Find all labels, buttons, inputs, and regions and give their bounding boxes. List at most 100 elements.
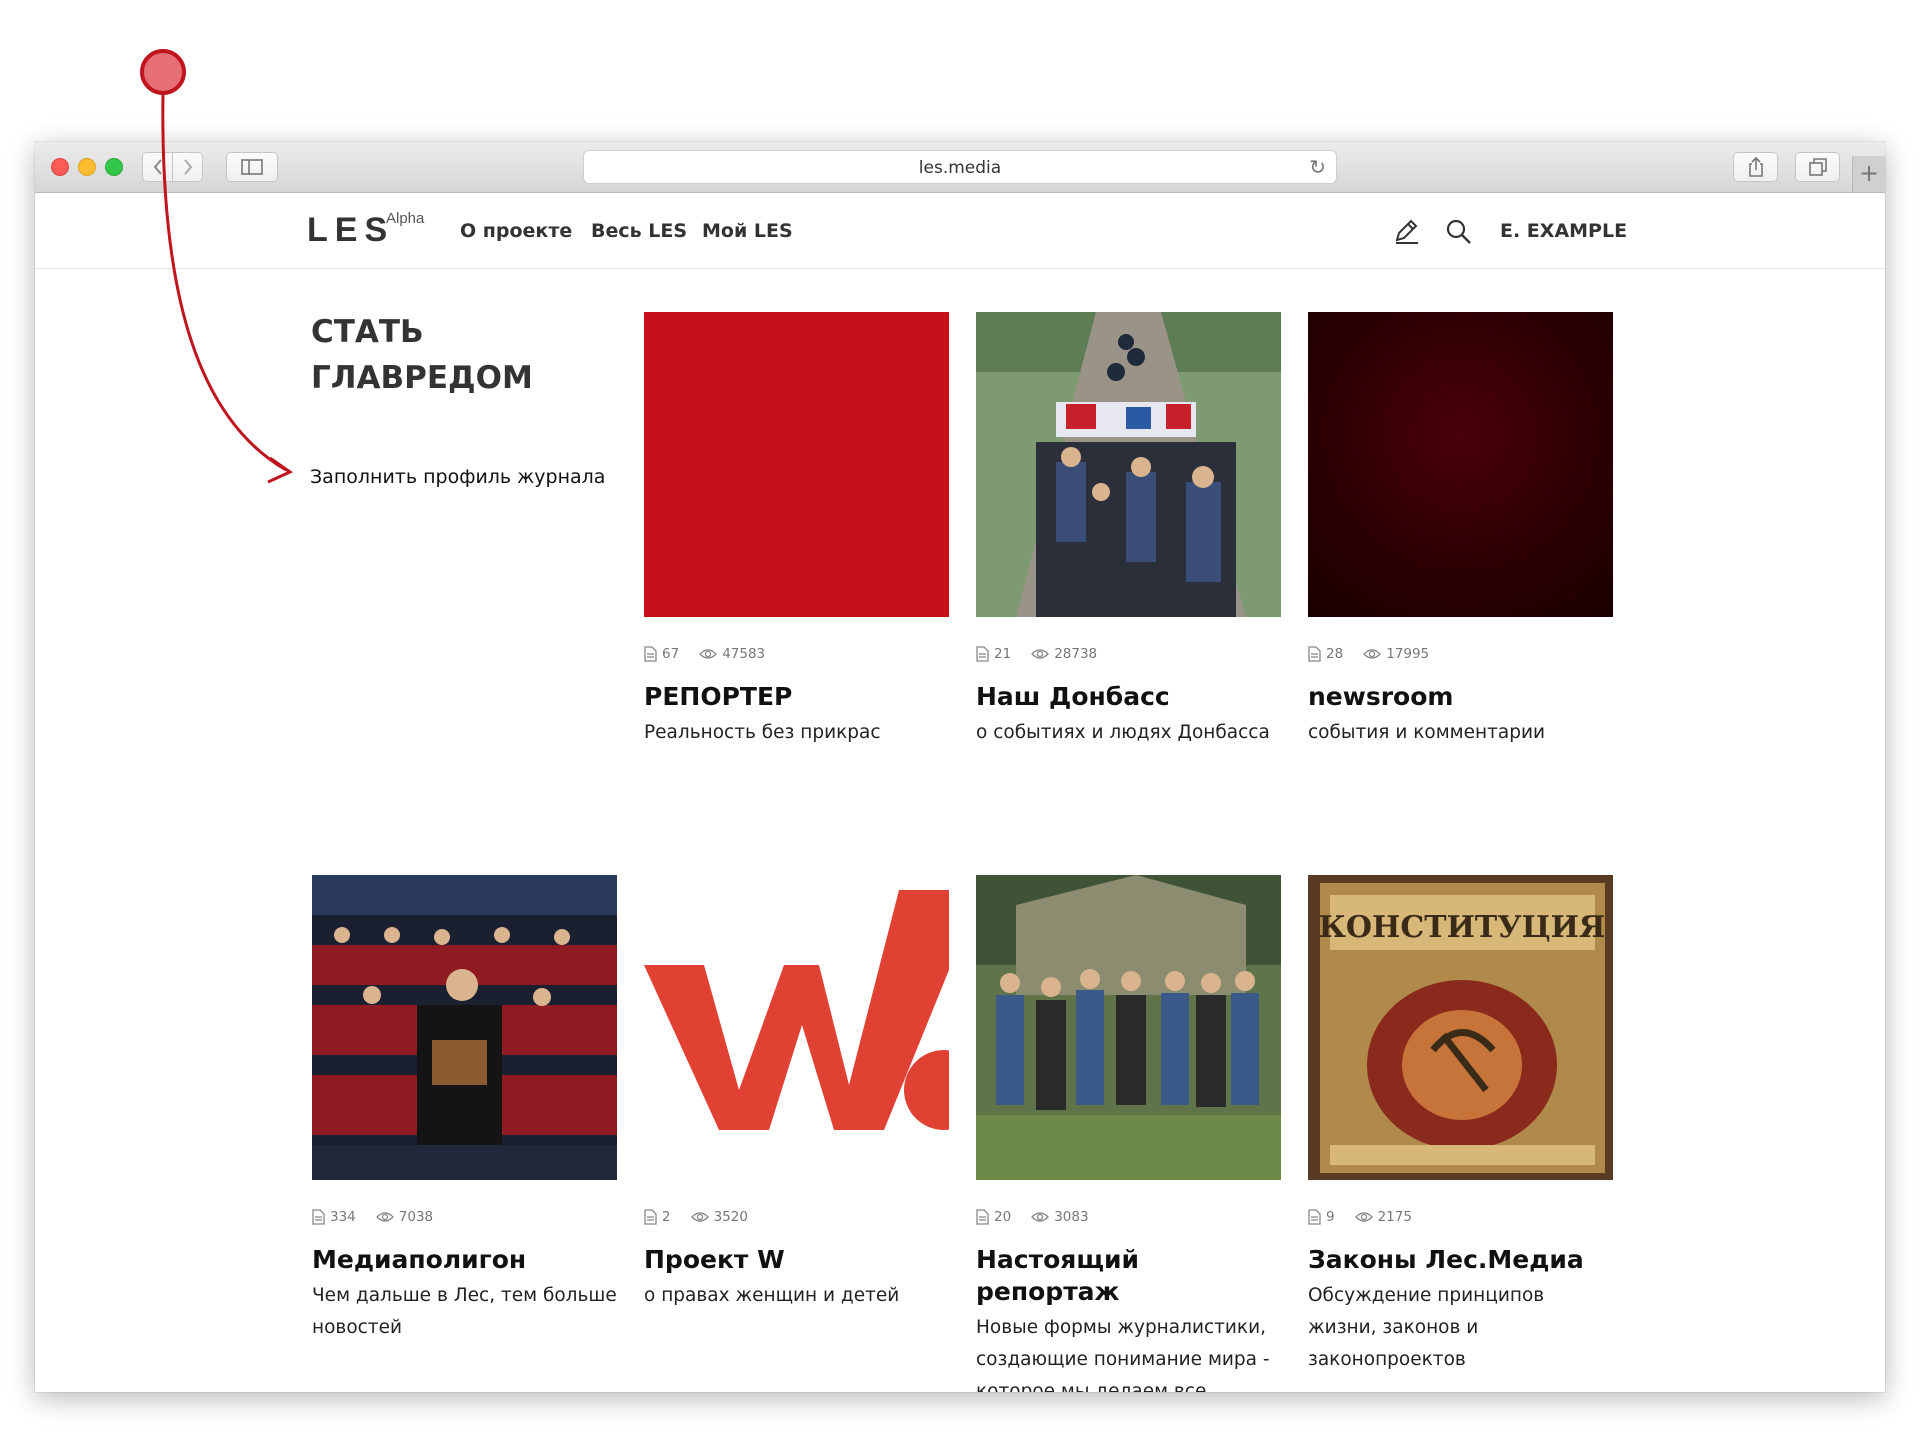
eye-icon <box>1031 649 1050 659</box>
journal-card[interactable]: 21 28738 Наш Донбасс о событиях и людях Дон… <box>976 312 1281 749</box>
logo-badge: Alpha <box>386 210 425 227</box>
tabs-button[interactable] <box>1795 152 1840 182</box>
posts-count: 2 <box>644 1209 671 1225</box>
nav-all-les[interactable]: Весь LES <box>591 220 687 242</box>
annotation-marker <box>140 49 186 95</box>
journal-stats: 9 2175 <box>1308 1208 1613 1226</box>
journal-stats: 2 3520 <box>644 1208 949 1226</box>
document-icon <box>1308 1209 1321 1225</box>
journal-description: Чем дальше в Лес, тем больше новостей <box>312 1285 617 1338</box>
journal-description: Новые формы журналистики, создающие пони… <box>976 1317 1270 1392</box>
close-window-button[interactable] <box>51 158 69 176</box>
browser-toolbar: les.media ↻ + <box>35 142 1885 193</box>
eye-icon <box>1031 1212 1050 1222</box>
promo-title: СТАТЬ ГЛАВРЕДОМ <box>311 309 571 401</box>
posts-count: 21 <box>976 646 1011 662</box>
journal-description: о событиях и людях Донбасса <box>976 722 1270 743</box>
views-count-value: 2175 <box>1377 1209 1412 1225</box>
journal-card[interactable]: 334 7038 Медиаполигон Чем дальше в Лес, тем… <box>312 875 617 1344</box>
journal-description: события и комментарии <box>1308 722 1546 743</box>
promo-title-line-2: ГЛАВРЕДОМ <box>311 360 533 396</box>
views-count: 47583 <box>699 646 765 662</box>
sidebar-button[interactable] <box>226 152 278 182</box>
posts-count: 67 <box>644 646 679 662</box>
views-count: 7038 <box>375 1209 433 1225</box>
fill-journal-profile-link[interactable]: Заполнить профиль журнала <box>310 466 605 488</box>
views-count: 3083 <box>1031 1209 1089 1225</box>
journal-card[interactable]: 2 3520 Проект W о правах женщин и детей <box>644 875 949 1312</box>
journal-cover-image[interactable] <box>312 875 617 1180</box>
chevron-right-icon <box>183 159 192 175</box>
url-text: les.media <box>918 158 1002 178</box>
journal-card[interactable]: 28 17995 newsroom события и комментарии <box>1308 312 1613 749</box>
search-icon[interactable] <box>1445 218 1473 246</box>
back-button[interactable] <box>142 152 173 182</box>
journal-card[interactable]: 20 3083 Настоящий репортаж Новые формы журн… <box>976 875 1281 1392</box>
posts-count-value: 21 <box>994 646 1012 662</box>
journal-stats: 67 47583 <box>644 645 949 663</box>
tabs-icon <box>1808 158 1827 176</box>
posts-count-value: 20 <box>994 1209 1012 1225</box>
reload-icon[interactable]: ↻ <box>1309 155 1326 179</box>
journal-title[interactable]: Законы Лес.Медиа <box>1308 1244 1613 1276</box>
journal-description: о правах женщин и детей <box>644 1285 900 1306</box>
document-icon <box>644 646 657 662</box>
eye-icon <box>1354 1212 1373 1222</box>
document-icon <box>976 646 989 662</box>
document-icon <box>976 1209 989 1225</box>
zoom-window-button[interactable] <box>105 158 123 176</box>
journal-title[interactable]: РЕПОРТЕР <box>644 681 949 713</box>
minimize-window-button[interactable] <box>78 158 96 176</box>
posts-count: 334 <box>312 1209 356 1225</box>
views-count-value: 3083 <box>1054 1209 1089 1225</box>
site-logo[interactable]: LES <box>307 211 394 250</box>
nav-about[interactable]: О проекте <box>460 220 572 242</box>
address-bar[interactable]: les.media ↻ <box>583 150 1337 184</box>
browser-window: les.media ↻ + LES Alpha О проекте Весь L… <box>35 142 1885 1392</box>
document-icon <box>1308 646 1321 662</box>
journal-cover-image[interactable] <box>976 312 1281 617</box>
eye-icon <box>699 649 718 659</box>
journal-card[interactable]: 67 47583 РЕПОРТЕР Реальность без прикрас <box>644 312 949 749</box>
user-menu[interactable]: E. EXAMPLE <box>1500 220 1627 242</box>
journal-stats: 21 28738 <box>976 645 1281 663</box>
views-count: 17995 <box>1363 646 1429 662</box>
journal-cover-image[interactable] <box>644 312 949 617</box>
svg-text:КОНСТИТУЦИЯ: КОНСТИТУЦИЯ <box>1319 910 1606 945</box>
journal-cover-image[interactable] <box>1308 312 1613 617</box>
journal-title[interactable]: Медиаполигон <box>312 1244 617 1276</box>
journal-cover-image[interactable] <box>644 875 949 1180</box>
views-count: 3520 <box>690 1209 748 1225</box>
journal-description: Обсуждение принципов жизни, законов и за… <box>1308 1285 1545 1370</box>
journal-stats: 20 3083 <box>976 1208 1281 1226</box>
views-count: 28738 <box>1031 646 1097 662</box>
site-header: LES Alpha О проекте Весь LES Мой LES E. … <box>35 193 1885 269</box>
share-button[interactable] <box>1733 152 1778 182</box>
journal-description: Реальность без прикрас <box>644 722 881 743</box>
views-count-value: 17995 <box>1386 646 1430 662</box>
nav-my-les[interactable]: Мой LES <box>702 220 793 242</box>
promo-title-line-1: СТАТЬ <box>311 314 424 350</box>
forward-button[interactable] <box>172 152 203 182</box>
journal-title[interactable]: newsroom <box>1308 681 1613 713</box>
journal-title[interactable]: Проект W <box>644 1244 949 1276</box>
posts-count-value: 67 <box>662 646 680 662</box>
views-count-value: 47583 <box>722 646 766 662</box>
journal-card[interactable]: КОНСТИТУЦИЯ 9 2175 Законы Лес.Медиа Обсужден… <box>1308 875 1613 1376</box>
posts-count-value: 334 <box>330 1209 356 1225</box>
posts-count: 9 <box>1308 1209 1335 1225</box>
document-icon <box>312 1209 325 1225</box>
journal-cover-image[interactable]: КОНСТИТУЦИЯ <box>1308 875 1613 1180</box>
journal-stats: 334 7038 <box>312 1208 617 1226</box>
pencil-icon[interactable] <box>1392 218 1420 246</box>
new-tab-button[interactable]: + <box>1852 156 1885 192</box>
posts-count: 28 <box>1308 646 1343 662</box>
posts-count-value: 9 <box>1326 1209 1335 1225</box>
share-icon <box>1748 157 1763 177</box>
posts-count-value: 28 <box>1326 646 1344 662</box>
journal-title[interactable]: Настоящий репортаж <box>976 1244 1281 1308</box>
journal-cover-image[interactable] <box>976 875 1281 1180</box>
journal-title[interactable]: Наш Донбасс <box>976 681 1281 713</box>
eye-icon <box>690 1212 709 1222</box>
eye-icon <box>1363 649 1382 659</box>
